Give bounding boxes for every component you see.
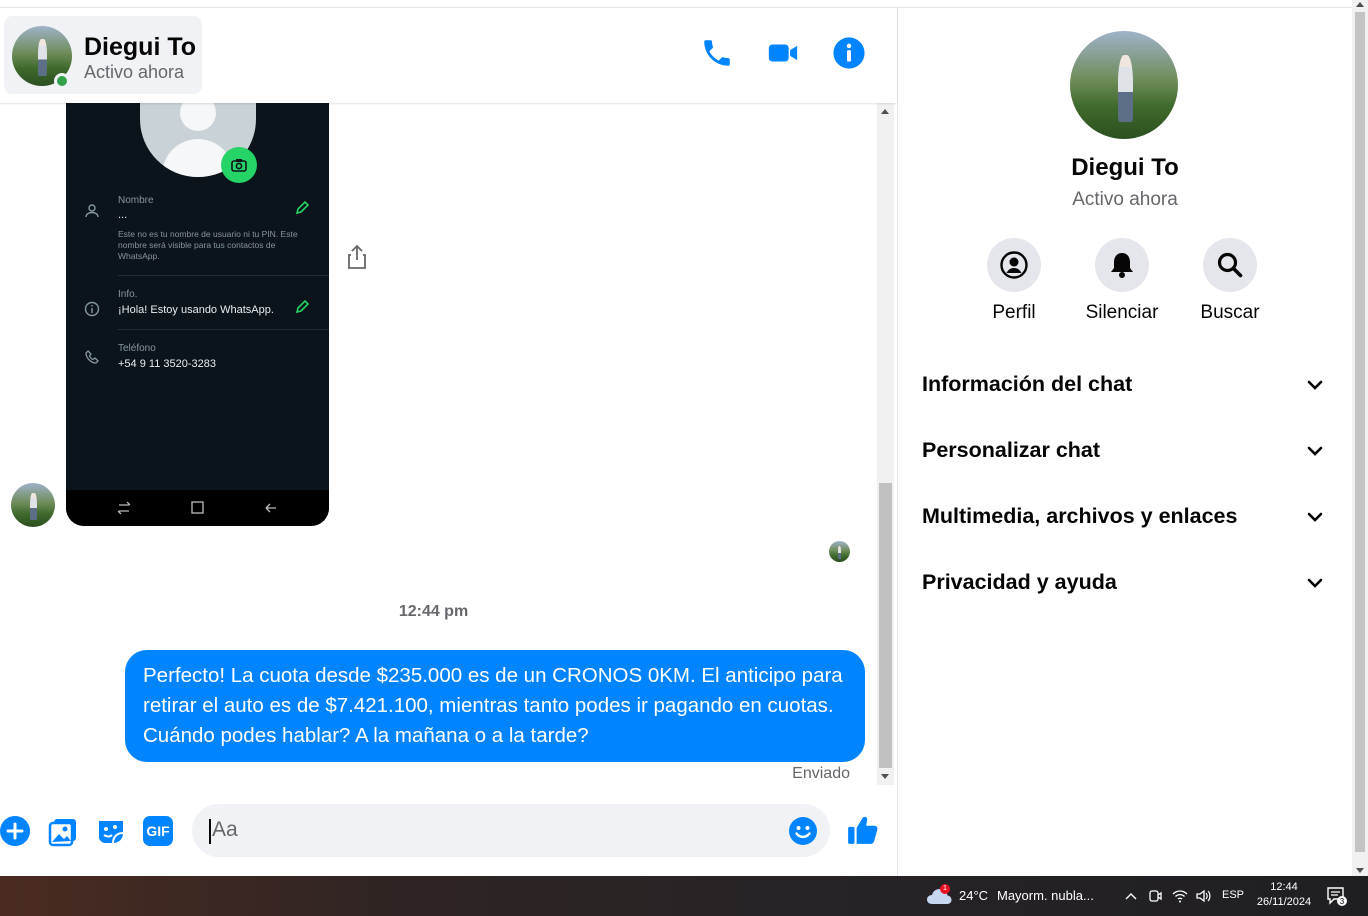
weather-description[interactable]: Mayorm. nubla... (997, 888, 1094, 903)
mute-action-label: Silenciar (1085, 302, 1159, 323)
chat-header: Diegui To Activo ahora (0, 8, 897, 103)
gif-icon[interactable]: GIF (143, 816, 173, 846)
profile-photo[interactable] (1070, 31, 1178, 139)
plus-icon[interactable] (0, 815, 32, 847)
section-label: Privacidad y ayuda (922, 570, 1117, 594)
meet-now-icon[interactable] (1147, 888, 1163, 904)
volume-icon[interactable] (1195, 888, 1211, 904)
like-icon[interactable] (846, 813, 880, 847)
sender-avatar[interactable] (11, 483, 55, 527)
image-icon[interactable] (47, 815, 79, 847)
scroll-down-arrow[interactable] (881, 774, 889, 779)
chevron-up-icon[interactable] (1123, 888, 1139, 904)
profile-action-button[interactable]: Perfil (964, 238, 1064, 324)
messages-scrollbar[interactable] (877, 103, 894, 785)
wa-name-hint: Este no es tu nombre de usuario ni tu PI… (118, 229, 298, 261)
pencil-icon (295, 299, 310, 314)
wa-name-value: ... (118, 209, 128, 221)
mute-action-button[interactable]: Silenciar (1072, 238, 1172, 324)
contact-name: Diegui To (84, 33, 197, 61)
sticker-icon[interactable] (95, 815, 127, 847)
clock[interactable]: 12:44 26/11/2024 (1254, 880, 1314, 910)
section-privacy-help[interactable]: Privacidad y ayuda (922, 562, 1332, 602)
top-border (0, 0, 1352, 8)
video-icon[interactable] (766, 36, 800, 70)
section-media-files-links[interactable]: Multimedia, archivos y enlaces (922, 496, 1332, 536)
chat-details-panel: Diegui To Activo ahora Perfil Silenciar … (898, 8, 1352, 876)
scroll-thumb[interactable] (1355, 12, 1365, 852)
wifi-icon[interactable] (1172, 888, 1188, 904)
search-icon (1217, 252, 1243, 278)
wa-info-label: Info. (118, 289, 138, 300)
clock-time: 12:44 (1270, 881, 1298, 893)
message-list[interactable]: Nombre ... Este no es tu nombre de usuar… (0, 103, 877, 785)
emoji-icon[interactable] (788, 816, 818, 846)
section-label: Información del chat (922, 372, 1133, 396)
chevron-down-icon (1307, 512, 1323, 522)
wa-phone-value: +54 9 11 3520-3283 (118, 358, 216, 370)
phone-small-icon (85, 350, 99, 364)
language-indicator[interactable]: ESP (1222, 889, 1244, 901)
contact-header-button[interactable]: Diegui To Activo ahora (4, 16, 202, 94)
chevron-down-icon (1307, 380, 1323, 390)
page-scrollbar[interactable] (1352, 0, 1368, 876)
phone-icon[interactable] (700, 36, 734, 70)
notification-count: 3 (1340, 897, 1345, 906)
profile-name: Diegui To (1071, 154, 1179, 181)
message-input[interactable]: Aa (192, 804, 830, 857)
weather-temperature[interactable]: 24°C (959, 888, 988, 903)
profile-icon (1000, 251, 1028, 279)
bell-icon (1111, 253, 1133, 278)
chevron-down-icon (1307, 446, 1323, 456)
message-status: Enviado (792, 765, 850, 782)
scroll-up-arrow[interactable] (881, 109, 889, 114)
info-icon[interactable] (832, 36, 866, 70)
message-timestamp: 12:44 pm (398, 603, 469, 620)
notification-center-icon[interactable]: 3 (1326, 886, 1348, 906)
section-chat-info[interactable]: Información del chat (922, 364, 1332, 404)
windows-taskbar: 1 24°C Mayorm. nubla... ESP 12:44 26/11/… (0, 876, 1368, 916)
shared-screenshot-image[interactable]: Nombre ... Este no es tu nombre de usuar… (66, 103, 329, 526)
scroll-down-arrow[interactable] (1356, 868, 1364, 873)
chevron-down-icon (1307, 578, 1323, 588)
online-indicator (54, 73, 70, 89)
pencil-icon (295, 200, 310, 215)
message-composer: GIF Aa (0, 785, 897, 876)
message-input-placeholder: Aa (212, 818, 238, 841)
outgoing-message[interactable]: Perfecto! La cuota desde $235.000 es de … (125, 650, 865, 762)
wa-phone-label: Teléfono (118, 343, 156, 354)
wa-name-label: Nombre (118, 195, 154, 206)
search-action-label: Buscar (1200, 302, 1260, 323)
contact-status: Activo ahora (84, 62, 185, 82)
share-icon[interactable] (345, 244, 369, 270)
camera-icon (221, 147, 257, 183)
text-caret (209, 819, 211, 844)
seen-avatar (829, 541, 850, 562)
scroll-thumb[interactable] (879, 483, 892, 768)
wa-info-value: ¡Hola! Estoy usando WhatsApp. (118, 304, 274, 316)
section-customize-chat[interactable]: Personalizar chat (922, 430, 1332, 470)
person-icon (85, 204, 99, 218)
android-nav-bar (66, 490, 329, 526)
profile-action-label: Perfil (992, 302, 1036, 323)
weather-alert-badge: 1 (940, 884, 950, 894)
section-label: Personalizar chat (922, 438, 1101, 462)
clock-date: 26/11/2024 (1256, 896, 1312, 908)
scroll-up-arrow[interactable] (1356, 2, 1364, 7)
section-label: Multimedia, archivos y enlaces (922, 504, 1238, 528)
profile-status: Activo ahora (1072, 189, 1178, 210)
search-action-button[interactable]: Buscar (1180, 238, 1280, 324)
info-circle-icon (84, 301, 100, 317)
